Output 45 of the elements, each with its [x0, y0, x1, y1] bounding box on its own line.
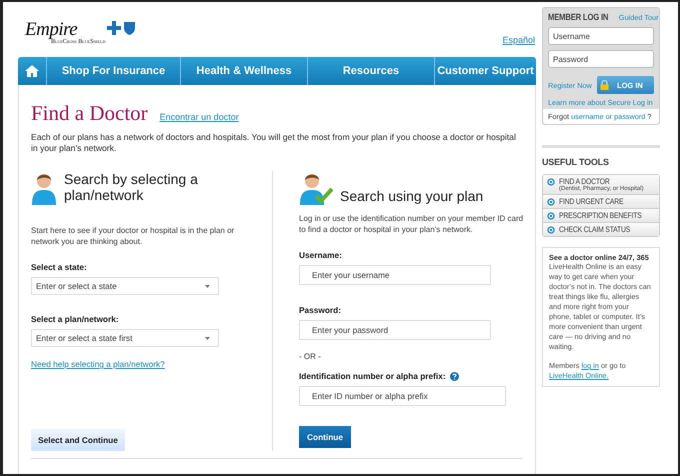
username-input[interactable]: Username: [548, 27, 654, 45]
tool-item[interactable]: CHECK CLAIM STATUS: [543, 223, 659, 236]
cross-shield-logo-icon: [107, 21, 138, 35]
input-field[interactable]: Enter ID number or alpha prefix: [299, 386, 506, 406]
bullet-icon: [547, 198, 555, 206]
lock-icon: [600, 80, 609, 90]
field-label: Select a plan/network:: [31, 314, 120, 324]
intro-text: Each of our plans has a network of doctors and hospitals. You will get the most from your plan if you choose a doctor or hospital in your plan’s network.: [31, 132, 517, 154]
dropdown-caret-icon: [205, 284, 210, 288]
select-field[interactable]: Enter or select a state: [31, 277, 219, 295]
nav-tab[interactable]: Resources: [308, 57, 435, 85]
or-separator: - OR -: [299, 352, 322, 361]
help-icon[interactable]: [450, 372, 459, 380]
bullet-icon: [547, 212, 555, 220]
tool-item[interactable]: PRESCRIPTION BENEFITS: [543, 209, 659, 223]
nav-tab[interactable]: Customer Support: [435, 57, 536, 85]
password-input[interactable]: Password: [548, 50, 654, 68]
page-title: Find a Doctor: [31, 101, 148, 126]
logo-name: Empire: [25, 21, 78, 39]
input-field[interactable]: Enter your username: [299, 265, 491, 285]
select-continue-button[interactable]: Select and Continue: [31, 429, 125, 451]
field-label: Password:: [299, 305, 342, 315]
bullet-icon: [547, 178, 555, 186]
field-label: Username:: [299, 250, 343, 260]
language-link[interactable]: Español: [502, 35, 535, 45]
continue-button[interactable]: Continue: [299, 426, 351, 448]
field-label: Select a state:: [31, 262, 88, 272]
spanish-link[interactable]: Encontrar un doctor: [160, 112, 239, 122]
section-heading: Search by selecting a plan/network: [64, 171, 199, 203]
person-icon: [31, 171, 57, 205]
tools-title: USEFUL TOOLS: [542, 157, 609, 167]
login-title: MEMBER LOG IN: [548, 12, 608, 22]
section-heading: Search using your plan: [340, 188, 484, 204]
select-field[interactable]: Enter or select a state first: [31, 329, 219, 347]
dropdown-caret-icon: [205, 336, 210, 340]
nav-tab[interactable]: Health & Wellness: [181, 57, 308, 85]
tool-item[interactable]: FIND URGENT CARE: [543, 195, 659, 209]
person-check-icon: [299, 171, 333, 205]
nav-tab[interactable]: Shop For Insurance: [47, 57, 181, 85]
section-description: Start here to see if your doctor or hospital is in the plan or network you are thinking about.: [31, 225, 236, 247]
field-label: Identification number or alpha prefix:: [299, 371, 523, 381]
bullet-icon: [547, 226, 555, 234]
input-field[interactable]: Enter your password: [299, 320, 491, 340]
section-description: Log in or use the identification number on your member ID card to find a doctor or hospital in your plan’s network.: [299, 213, 524, 235]
help-link[interactable]: Need help selecting a plan/network?: [31, 359, 272, 369]
